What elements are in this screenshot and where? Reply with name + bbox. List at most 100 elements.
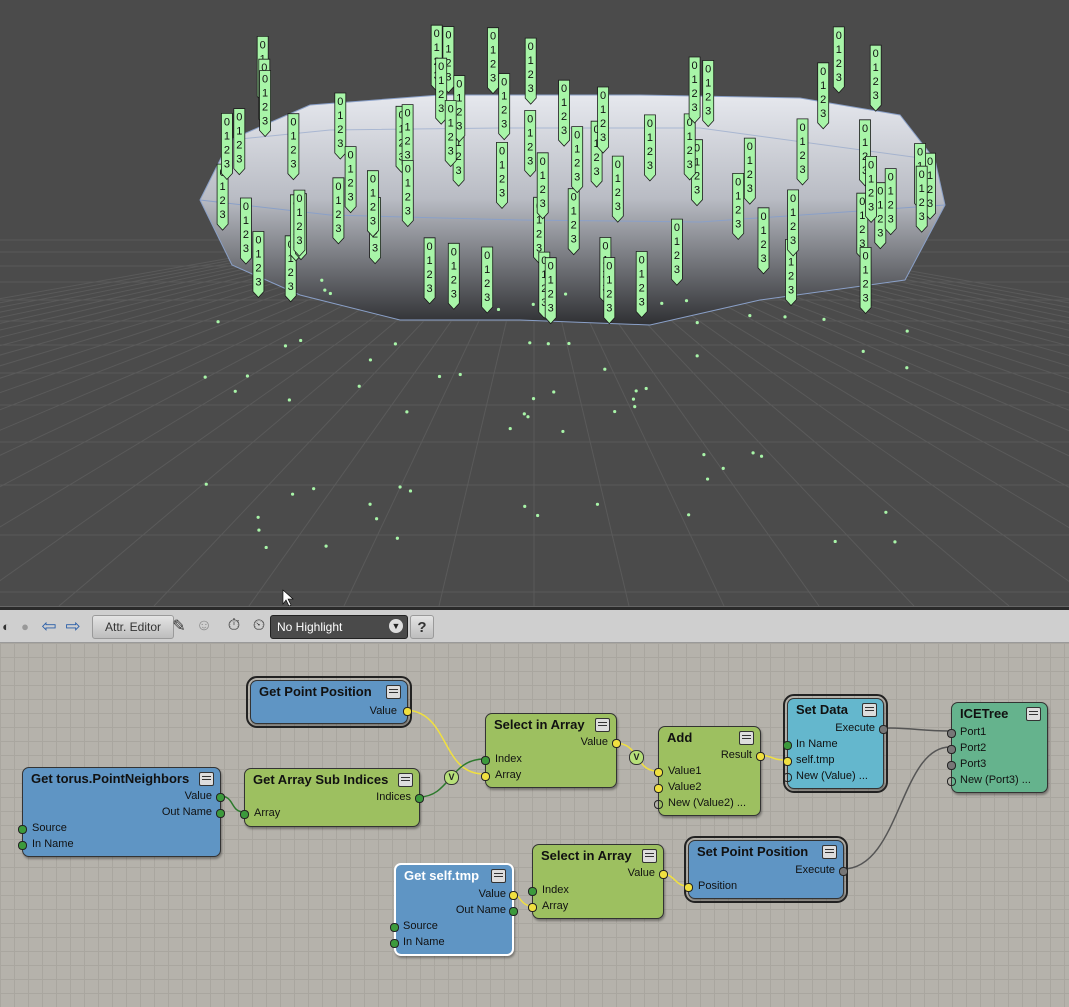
svg-text:0: 0 — [224, 116, 230, 128]
node-add[interactable]: Add Result Value1 Value2 New (Value2) ..… — [654, 726, 765, 816]
port-out-name-connector[interactable] — [216, 809, 225, 818]
svg-text:2: 2 — [600, 118, 606, 130]
record-icon[interactable]: ● — [15, 615, 35, 637]
particle-dot — [458, 372, 462, 377]
svg-text:1: 1 — [484, 264, 490, 276]
node-set-point-position[interactable]: Set Point Position Execute Position — [684, 836, 848, 903]
node-menu-icon[interactable] — [491, 869, 506, 883]
svg-text:2: 2 — [799, 150, 805, 162]
node-get-array-sub-indices[interactable]: Get Array Sub Indices Indices Array — [240, 768, 424, 827]
node-get-self-tmp[interactable]: Get self.tmp Value Out Name Source In Na… — [390, 863, 518, 956]
point-index-tag: 0 1 2 3 — [524, 37, 537, 105]
timer-reset-icon[interactable]: ⏲ — [248, 615, 270, 637]
svg-text:3: 3 — [600, 132, 606, 144]
ice-graph-canvas[interactable]: V V Get Point Position Value Get torus.P… — [0, 643, 1069, 1007]
node-get-point-position[interactable]: Get Point Position Value — [246, 676, 412, 728]
port-new-value-connector[interactable] — [783, 773, 792, 782]
node-select-in-array-1[interactable]: Select in Array Value Index Array — [481, 713, 621, 788]
port-index-connector[interactable] — [528, 887, 537, 896]
node-select-in-array-2[interactable]: Select in Array Value Index Array — [528, 844, 668, 919]
svg-text:1: 1 — [434, 42, 440, 54]
disabled-tool-icon[interactable]: ☺ — [193, 615, 215, 637]
port-port3: Port3 — [960, 758, 987, 770]
back-arrow-icon[interactable]: ⇦ — [38, 615, 60, 637]
port-result-connector[interactable] — [756, 752, 765, 761]
port-port2-connector[interactable] — [947, 745, 956, 754]
forward-arrow-icon[interactable]: ⇨ — [62, 615, 84, 637]
node-menu-icon[interactable] — [862, 703, 877, 717]
node-ice-tree[interactable]: ICETree Port1 Port2 Port3 New (Port3) ..… — [947, 702, 1048, 793]
particle-dot — [905, 329, 909, 333]
node-menu-icon[interactable] — [1026, 707, 1041, 721]
port-value-connector[interactable] — [659, 870, 668, 879]
port-position-connector[interactable] — [684, 883, 693, 892]
node-title: Select in Array — [494, 717, 585, 732]
svg-text:1: 1 — [799, 136, 805, 148]
svg-text:1: 1 — [927, 170, 933, 182]
port-source-connector[interactable] — [390, 923, 399, 932]
point-index-tag: 0 1 2 3 — [732, 172, 745, 240]
svg-text:3: 3 — [606, 303, 612, 315]
converter-v-2[interactable]: V — [629, 750, 644, 765]
port-value-connector[interactable] — [612, 739, 621, 748]
svg-text:0: 0 — [606, 261, 612, 273]
node-get-point-neighbors[interactable]: Get torus.PointNeighbors Value Out Name … — [18, 767, 225, 857]
port-out-name-connector[interactable] — [509, 907, 518, 916]
particle-dot — [526, 415, 530, 419]
svg-text:1: 1 — [427, 255, 433, 267]
svg-text:1: 1 — [863, 265, 869, 277]
node-menu-icon[interactable] — [398, 773, 413, 787]
attr-editor-button[interactable]: Attr. Editor — [92, 615, 174, 639]
port-array-connector[interactable] — [481, 772, 490, 781]
node-menu-icon[interactable] — [199, 772, 214, 786]
point-index-tag: 0 1 2 3 — [252, 231, 265, 299]
particle-dot — [687, 513, 691, 517]
node-menu-icon[interactable] — [595, 718, 610, 732]
svg-text:2: 2 — [594, 152, 600, 164]
svg-text:2: 2 — [405, 136, 411, 148]
node-menu-icon[interactable] — [386, 685, 401, 699]
node-menu-icon[interactable] — [822, 845, 837, 859]
port-index-connector[interactable] — [481, 756, 490, 765]
svg-text:1: 1 — [747, 155, 753, 167]
timer-icon[interactable]: ⏱ — [223, 615, 245, 637]
preset-manager-icon[interactable]: ✎ — [168, 615, 190, 637]
port-port1-connector[interactable] — [947, 729, 956, 738]
port-value-connector[interactable] — [216, 793, 225, 802]
svg-text:3: 3 — [674, 264, 680, 276]
converter-v-1[interactable]: V — [444, 770, 459, 785]
svg-text:0: 0 — [574, 130, 580, 142]
port-indices-connector[interactable] — [415, 794, 424, 803]
svg-text:0: 0 — [674, 222, 680, 234]
svg-text:0: 0 — [296, 193, 302, 205]
svg-text:0: 0 — [501, 77, 507, 89]
svg-text:2: 2 — [296, 221, 302, 233]
port-value-connector[interactable] — [403, 707, 412, 716]
port-new-value2-connector[interactable] — [654, 800, 663, 809]
node-menu-icon[interactable] — [739, 731, 754, 745]
port-execute-connector[interactable] — [879, 725, 888, 734]
port-in-name-connector[interactable] — [390, 939, 399, 948]
svg-text:0: 0 — [438, 61, 444, 73]
port-value2-connector[interactable] — [654, 784, 663, 793]
particle-dot — [634, 389, 638, 393]
point-index-tag: 0 1 2 3 — [332, 177, 345, 245]
highlight-dropdown[interactable]: No Highlight ▼ — [270, 615, 408, 639]
viewport-3d[interactable]: 0123012301230123012301230123012301230123… — [0, 0, 1069, 606]
port-in-name-connector[interactable] — [783, 741, 792, 750]
node-set-data[interactable]: Set Data Execute In Name self.tmp New (V… — [783, 694, 888, 793]
help-button[interactable]: ? — [410, 615, 434, 639]
port-array-connector[interactable] — [528, 903, 537, 912]
port-in-name-connector[interactable] — [18, 841, 27, 850]
port-execute-connector[interactable] — [839, 867, 848, 876]
port-self-tmp-connector[interactable] — [783, 757, 792, 766]
port-port3-connector[interactable] — [947, 761, 956, 770]
port-source-connector[interactable] — [18, 825, 27, 834]
toggle-icon[interactable]: ◐ — [0, 615, 12, 637]
port-new-port3-connector[interactable] — [947, 777, 956, 786]
svg-text:0: 0 — [434, 28, 440, 40]
node-menu-icon[interactable] — [642, 849, 657, 863]
port-array-connector[interactable] — [240, 810, 249, 819]
port-value1-connector[interactable] — [654, 768, 663, 777]
port-value-connector[interactable] — [509, 891, 518, 900]
